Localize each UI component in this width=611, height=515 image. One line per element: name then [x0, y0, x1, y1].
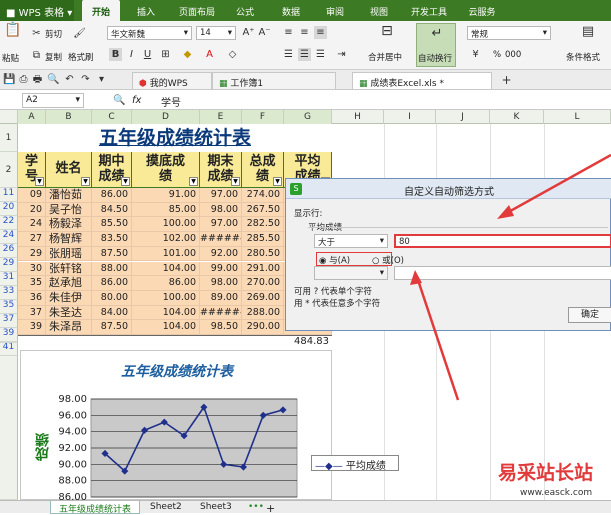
sheet-tabs-bar: 五年级成绩统计表 Sheet2 Sheet3 ••• +: [0, 500, 611, 515]
annotation-arrowhead-2: [410, 270, 422, 285]
sheet-tab[interactable]: Sheet3: [192, 501, 240, 514]
watermark-logo: 易采站长站: [498, 462, 594, 484]
annotation-arrow-1: [504, 153, 611, 216]
annotation-arrowhead-1: [497, 205, 514, 219]
add-sheet-icon[interactable]: +: [258, 501, 283, 515]
sheet-tab-active[interactable]: 五年级成绩统计表: [50, 501, 141, 515]
annotation-overlay: [410, 153, 611, 401]
sheet-tab[interactable]: Sheet2: [142, 501, 190, 514]
annotation-arrow-2: [416, 279, 460, 401]
watermark-url: www.easck.com: [520, 488, 593, 498]
